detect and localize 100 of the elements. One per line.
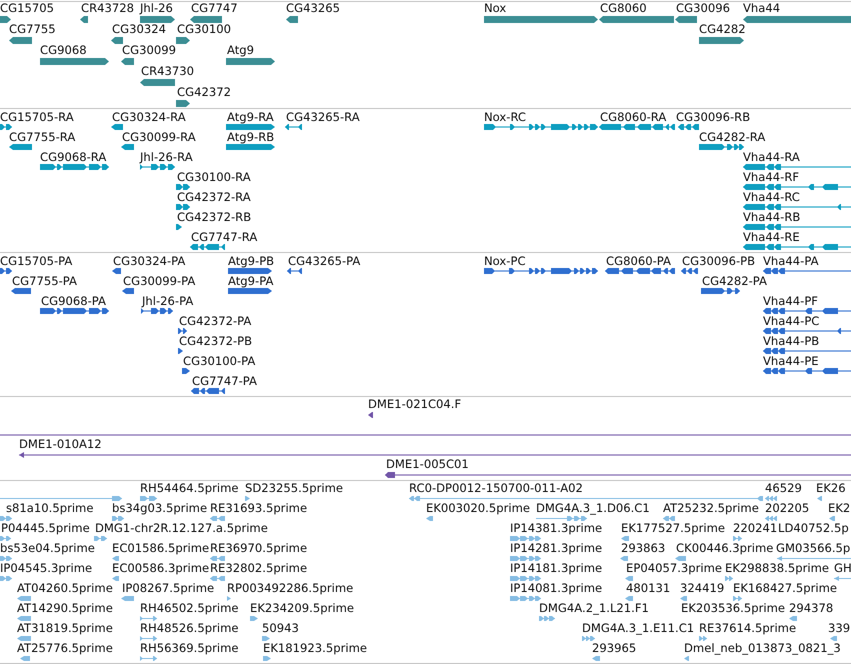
est-label: IP14081.3prime	[510, 582, 602, 594]
gene-label: CR43730	[141, 65, 194, 77]
transcript-label: CG30324-RA	[112, 111, 186, 123]
gene-label: CR43728	[81, 2, 134, 14]
est-label: 220241	[733, 522, 778, 534]
protein-label: CG30096-PB	[682, 255, 756, 267]
est-label: bs34g03.5prime	[112, 502, 208, 514]
transcript-label: Jhl-26-RA	[140, 151, 193, 163]
est-label: 202205	[765, 502, 810, 514]
est-label: EK181923.5prime	[263, 642, 368, 654]
protein-label: CG30099-PA	[123, 275, 196, 287]
transcript-label: CG8060-RA	[600, 111, 666, 123]
gene-label: CG30099	[122, 44, 176, 56]
est-label: AT25776.5prime	[17, 642, 113, 654]
transcript-label: CG7747-RA	[191, 231, 258, 243]
est-label: RE32802.5prime	[210, 562, 308, 574]
protein-label: CG7747-PA	[192, 375, 257, 387]
protein-label: Vha44-PC	[763, 315, 820, 327]
transcript-label: Vha44-RB	[743, 211, 800, 223]
clone-label: DME1-021C04.F	[368, 398, 462, 410]
est-label: EK177527.5prime	[621, 522, 726, 534]
est-label: SD23255.5prime	[245, 482, 344, 494]
est-label: EK26	[816, 482, 846, 494]
transcript-label: Atg9-RB	[227, 131, 274, 143]
gene-label: CG30324	[112, 23, 166, 35]
transcript-label: CG7755-RA	[9, 131, 76, 143]
clone-label: DME1-010A12	[19, 438, 102, 450]
gene-label: Vha44	[743, 2, 780, 14]
gene-label: CG30100	[177, 23, 231, 35]
est-label: RP003492286.5prime	[227, 582, 354, 594]
est-label: 293863	[621, 542, 666, 554]
gene-label: CG43265	[286, 2, 340, 14]
gene-label: CG42372	[177, 86, 231, 98]
gene-label: CG7755	[9, 23, 56, 35]
est-label: RH54464.5prime	[140, 482, 238, 494]
transcript-label: Vha44-RF	[743, 171, 800, 183]
est-label: s81a10.5prime	[6, 502, 94, 514]
est-label: LD40752.5p	[778, 522, 849, 534]
est-label: RE31693.5prime	[210, 502, 308, 514]
transcript-label: CG15705-RA	[0, 111, 74, 123]
transcript-label: CG43265-RA	[286, 111, 360, 123]
est-label: AT04260.5prime	[17, 582, 113, 594]
gene-label: Atg9	[227, 44, 254, 56]
est-label: EK234209.5prime	[250, 602, 354, 614]
protein-label: CG30100-PA	[183, 355, 256, 367]
est-label: RH46502.5prime	[140, 602, 238, 614]
clone-label: DME1-005C01	[386, 458, 469, 470]
protein-label: Vha44-PB	[763, 335, 820, 347]
est-label: RC0-DP0012-150700-011-A02	[409, 482, 583, 494]
est-label: DMG4A.3_1.D06.C1	[536, 502, 650, 514]
est-label: AT25232.5prime	[663, 502, 759, 514]
est-label: IP14181.3prime	[510, 562, 602, 574]
est-label: Dmel_neb_013873_0821_3	[684, 642, 841, 654]
est-label: 294378	[789, 602, 834, 614]
est-label: RE36970.5prime	[210, 542, 308, 554]
transcript-label: Atg9-RA	[227, 111, 274, 123]
transcript-label: CG30096-RB	[676, 111, 750, 123]
protein-label: Vha44-PF	[763, 295, 818, 307]
est-label: EK168427.5prime	[733, 582, 838, 594]
est-label: GH	[834, 562, 851, 574]
transcript-label: Vha44-RA	[743, 151, 800, 163]
est-label: DMG4A.2_1.L21.F1	[539, 602, 649, 614]
protein-label: CG4282-PA	[702, 275, 767, 287]
protein-label: CG8060-PA	[606, 255, 671, 267]
est-label: EK298838.5prime	[725, 562, 830, 574]
est-label: EK2	[828, 502, 850, 514]
gene-label: CG9068	[40, 44, 87, 56]
est-label: bs53e04.5prime	[0, 542, 95, 554]
protein-label: CG9068-PA	[41, 295, 106, 307]
est-label: EK003020.5prime	[426, 502, 530, 514]
est-label: IP04545.3prime	[0, 562, 92, 574]
protein-label: CG30324-PA	[113, 255, 186, 267]
transcript-label: CG30099-RA	[122, 131, 196, 143]
est-label: 480131	[626, 582, 670, 594]
transcript-label: Vha44-RE	[743, 231, 800, 243]
gene-label: CG8060	[600, 2, 647, 14]
protein-label: Atg9-PB	[228, 255, 274, 267]
transcript-label: CG30100-RA	[177, 171, 251, 183]
protein-label: CG43265-PA	[288, 255, 360, 267]
est-label: DMG1-chr2R.12.127.a.5prime	[95, 522, 268, 534]
gene-label: CG7747	[191, 2, 238, 14]
protein-label: Nox-PC	[484, 255, 526, 267]
est-label: 293965	[592, 642, 636, 654]
est-label: RE37614.5prime	[699, 622, 796, 634]
gene-label: CG30096	[676, 2, 730, 14]
protein-label: CG15705-PA	[0, 255, 72, 267]
est-label: AT14290.5prime	[17, 602, 113, 614]
protein-label: Vha44-PE	[763, 355, 819, 367]
transcript-label: Vha44-RC	[743, 191, 800, 203]
transcript-label: CG42372-RB	[177, 211, 252, 223]
transcript-label: CG4282-RA	[699, 131, 766, 143]
est-label: 339	[828, 622, 850, 634]
est-label: P04445.5prime	[1, 522, 90, 534]
est-label: GM03566.5p	[776, 542, 850, 554]
protein-label: CG7755-PA	[12, 275, 77, 287]
gene-label: Jhl-26	[140, 2, 173, 14]
est-label: AT31819.5prime	[17, 622, 113, 634]
est-label: EP04057.3prime	[626, 562, 722, 574]
est-label: 50943	[262, 622, 299, 634]
protein-label: CG42372-PB	[179, 335, 252, 347]
